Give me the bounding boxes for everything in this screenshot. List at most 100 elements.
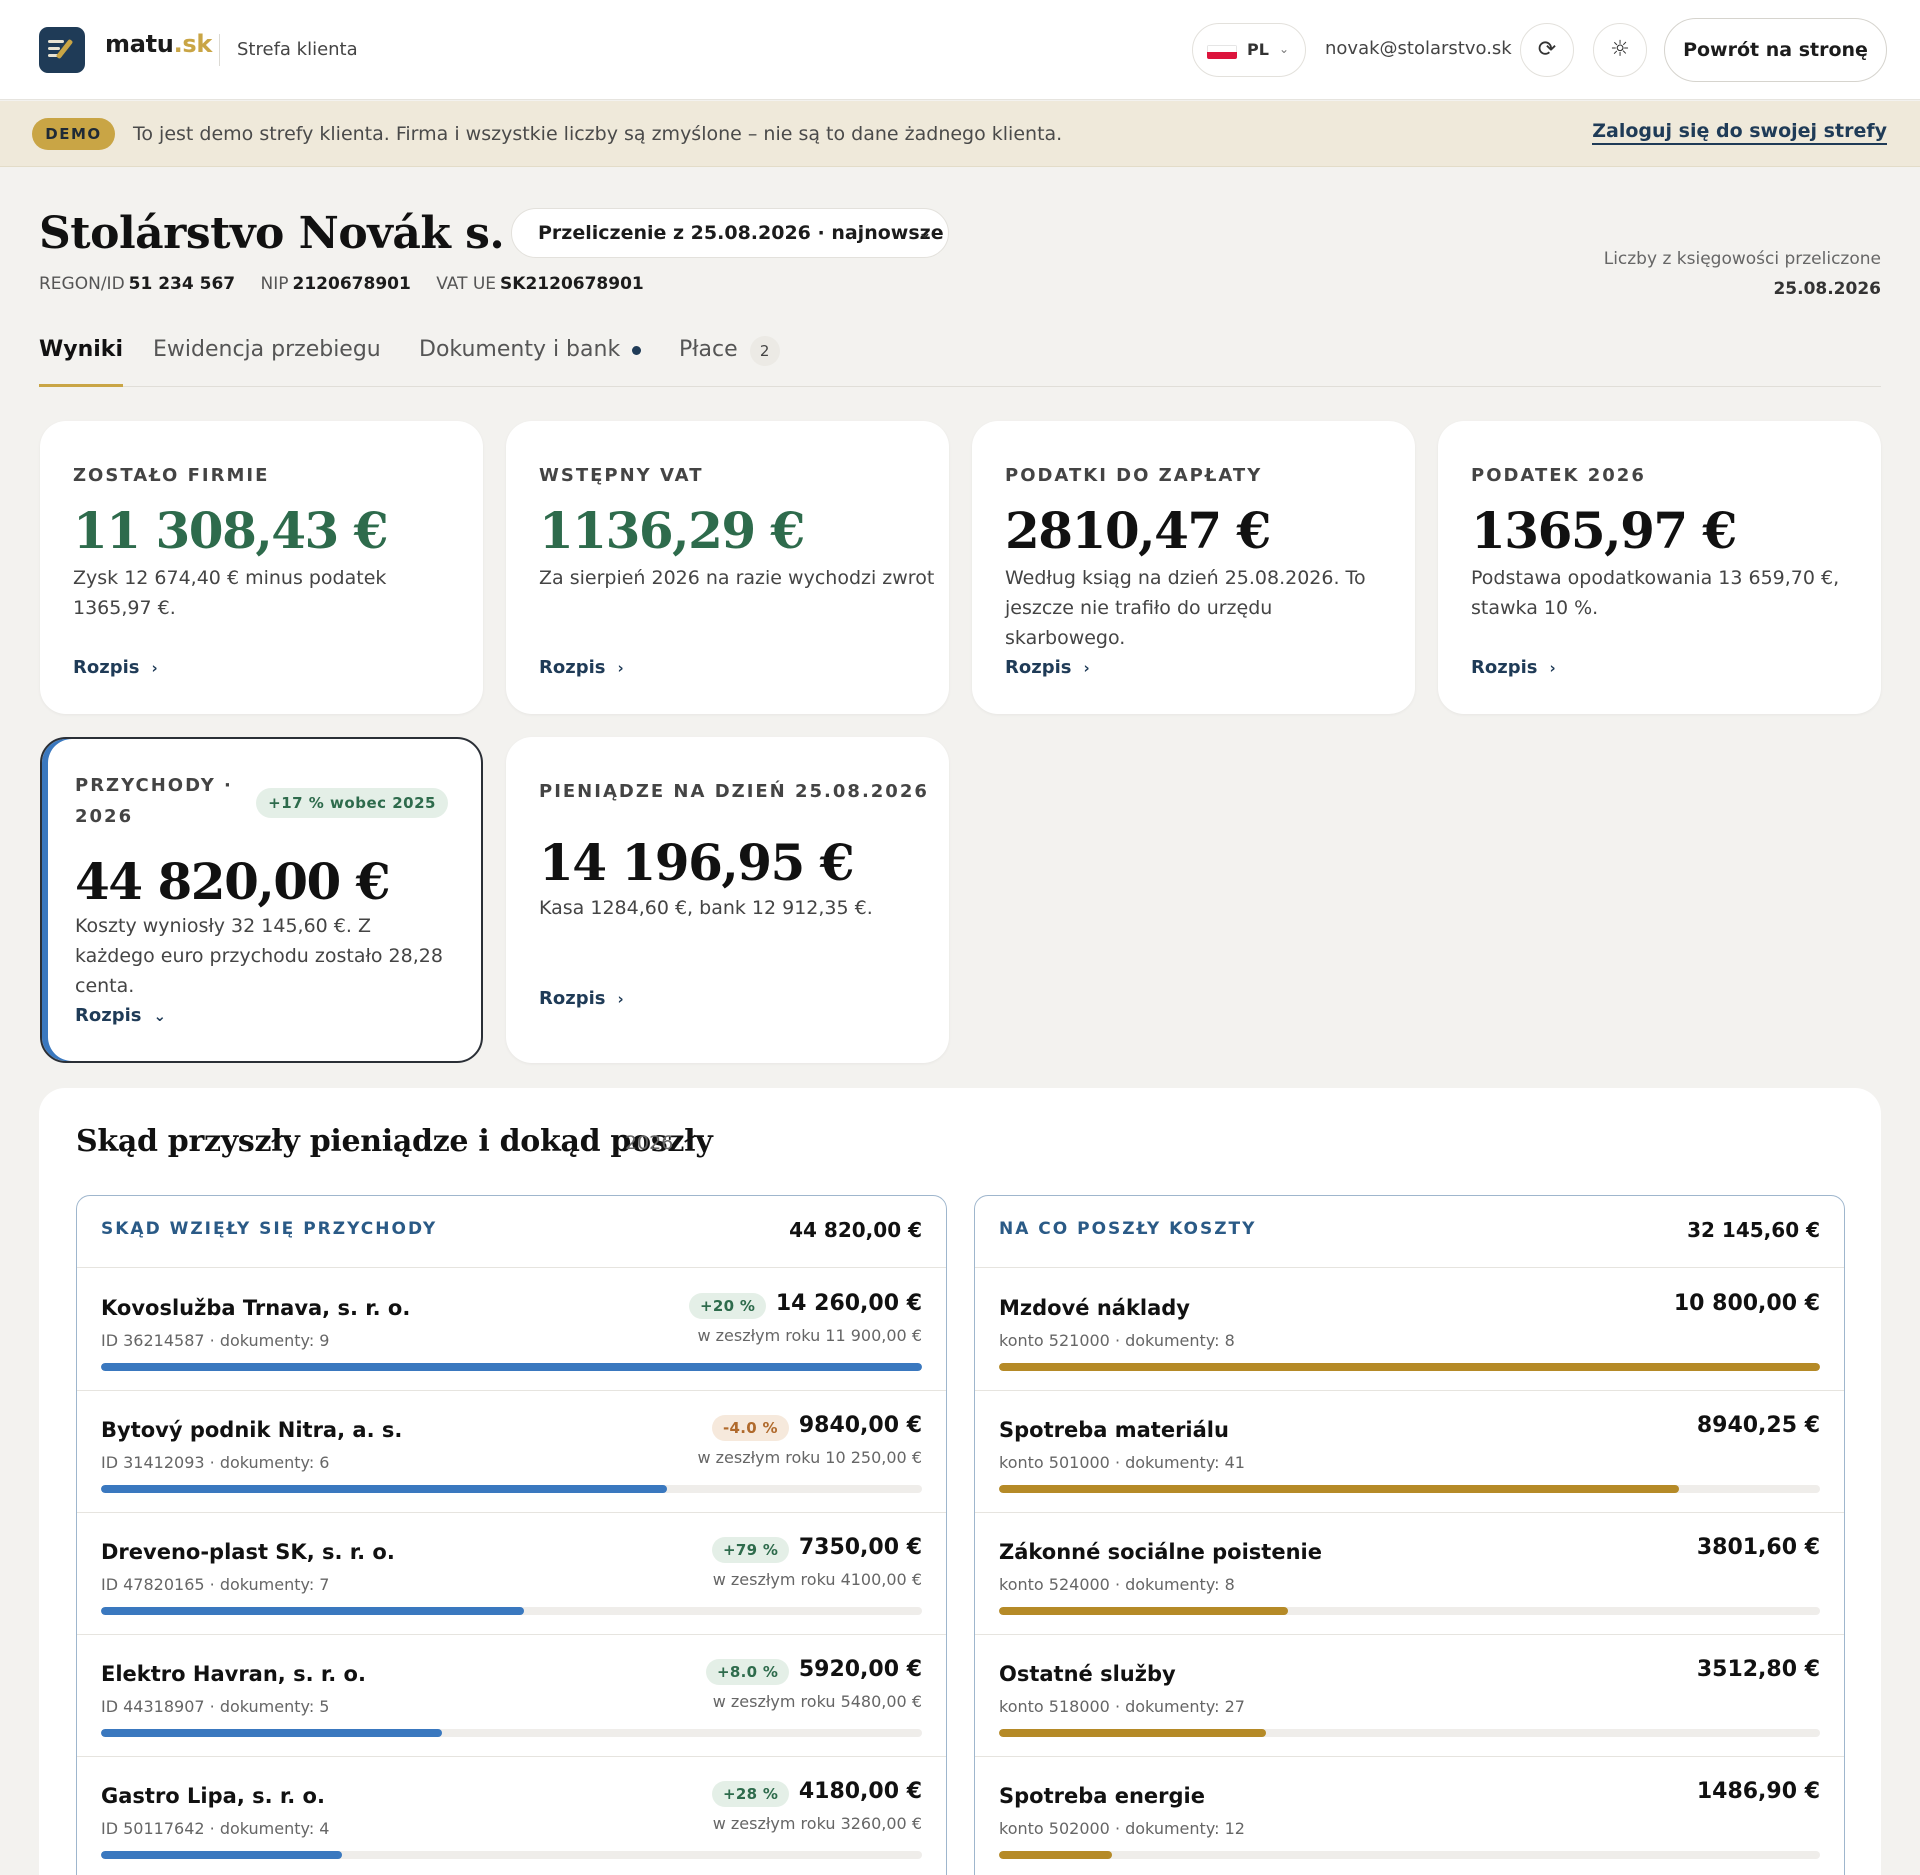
share-bar bbox=[999, 1729, 1820, 1737]
card-value: 1365,97 € bbox=[1471, 501, 1737, 560]
table-row[interactable]: Zákonné sociálne poistenie konto 524000 ·… bbox=[975, 1513, 1844, 1635]
recalc-note-text: Liczby z księgowości przeliczone bbox=[1603, 249, 1881, 269]
share-bar bbox=[999, 1851, 1820, 1859]
card-description: Za sierpień 2026 na razie wychodzi zwrot bbox=[539, 567, 935, 589]
row-subtitle: ID 44318907 · dokumenty: 5 bbox=[101, 1697, 330, 1716]
refresh-icon: ⟳ bbox=[1537, 37, 1557, 62]
table-row[interactable]: Gastro Lipa, s. r. o. ID 50117642 · dokum… bbox=[77, 1757, 946, 1875]
share-bar bbox=[101, 1851, 922, 1859]
table-row[interactable]: Kovoslužba Trnava, s. r. o. ID 36214587 ·… bbox=[77, 1269, 946, 1391]
share-bar-fill bbox=[999, 1607, 1288, 1615]
share-bar-fill bbox=[101, 1729, 442, 1737]
breakdown-link[interactable]: Rozpis › bbox=[1471, 657, 1556, 678]
refresh-button[interactable]: ⟳ bbox=[1520, 23, 1574, 77]
breakdown-link[interactable]: Rozpis › bbox=[73, 657, 158, 678]
card-description: Zysk 12 674,40 € minus podatek 1365,97 €… bbox=[73, 567, 387, 619]
tab-wyniki[interactable]: Wyniki bbox=[39, 335, 123, 387]
row-previous-year: w zeszłym roku 3260,00 € bbox=[712, 1814, 922, 1833]
card-przychody[interactable]: Przychody · 2026 +17 % wobec 2025 44 820,… bbox=[40, 737, 483, 1063]
flag-pl-icon bbox=[1207, 45, 1237, 59]
card-zostalo-firmie: Zostało firmie 11 308,43 € Zysk 12 674,4… bbox=[40, 421, 483, 714]
row-amount: 8940,25 € bbox=[1696, 1413, 1820, 1438]
table-row[interactable]: Spotreba materiálu konto 501000 · dokumen… bbox=[975, 1391, 1844, 1513]
vat-label: VAT UE bbox=[436, 274, 497, 294]
breakdown-link[interactable]: Rozpis › bbox=[539, 988, 624, 1009]
card-value: 2810,47 € bbox=[1005, 501, 1271, 560]
table-row[interactable]: Ostatné služby konto 518000 · dokumenty: … bbox=[975, 1635, 1844, 1757]
row-amount: 10 800,00 € bbox=[1673, 1291, 1820, 1316]
table-row[interactable]: Bytový podnik Nitra, a. s. ID 31412093 · … bbox=[77, 1391, 946, 1513]
change-badge: +79 % bbox=[712, 1537, 790, 1563]
row-name: Ostatné služby bbox=[999, 1662, 1176, 1686]
tab-dokumenty[interactable]: Dokumenty i bank bbox=[419, 335, 642, 387]
chevron-right-icon: › bbox=[617, 659, 624, 677]
row-subtitle: konto 524000 · dokumenty: 8 bbox=[999, 1575, 1235, 1594]
chevron-right-icon: › bbox=[1083, 659, 1090, 677]
row-amount: 4180,00 € bbox=[798, 1779, 922, 1804]
chevron-down-icon: ⌄ bbox=[153, 1007, 167, 1025]
row-name: Dreveno-plast SK, s. r. o. bbox=[101, 1540, 395, 1564]
chevron-down-icon: ⌄ bbox=[917, 223, 932, 243]
card-label: Wstępny VAT bbox=[539, 465, 704, 486]
brand-name[interactable]: matu.sk bbox=[105, 30, 212, 58]
share-bar bbox=[101, 1729, 922, 1737]
table-row[interactable]: Spotreba energie konto 502000 · dokumenty… bbox=[975, 1757, 1844, 1875]
tab-place[interactable]: Płace 2 bbox=[679, 335, 780, 387]
income-total: 44 820,00 € bbox=[789, 1218, 922, 1242]
card-description: Kasa 1284,60 €, bank 12 912,35 €. bbox=[539, 897, 873, 919]
row-name: Bytový podnik Nitra, a. s. bbox=[101, 1418, 403, 1442]
row-subtitle: konto 502000 · dokumenty: 12 bbox=[999, 1819, 1245, 1838]
change-badge: +8.0 % bbox=[706, 1659, 790, 1685]
card-label: Podatki do zapłaty bbox=[1005, 465, 1263, 486]
brand-divider bbox=[219, 34, 220, 66]
income-panel: Skąd wzięły się przychody 44 820,00 € Ko… bbox=[76, 1195, 947, 1875]
row-subtitle: konto 518000 · dokumenty: 27 bbox=[999, 1697, 1245, 1716]
row-subtitle: ID 50117642 · dokumenty: 4 bbox=[101, 1819, 330, 1838]
change-badge: +28 % bbox=[712, 1781, 790, 1807]
share-bar-fill bbox=[999, 1851, 1113, 1859]
back-to-site-button[interactable]: Powrót na stronę bbox=[1664, 18, 1887, 82]
row-amount: 9840,00 € bbox=[798, 1413, 922, 1438]
breakdown-link[interactable]: Rozpis › bbox=[539, 657, 624, 678]
share-bar-fill bbox=[101, 1363, 922, 1371]
costs-panel-label: Na co poszły koszty bbox=[999, 1219, 1257, 1239]
recalculation-select[interactable]: Przeliczenie z 25.08.2026 · najnowsze ⌄ bbox=[511, 208, 949, 258]
breakdown-link[interactable]: Rozpis › bbox=[1005, 657, 1090, 678]
zone-label: Strefa klienta bbox=[237, 39, 358, 60]
share-bar-fill bbox=[101, 1851, 342, 1859]
costs-total: 32 145,60 € bbox=[1687, 1218, 1820, 1242]
card-value: 1136,29 € bbox=[539, 501, 805, 560]
chevron-right-icon: › bbox=[1549, 659, 1556, 677]
row-amount: 14 260,00 € bbox=[775, 1291, 922, 1316]
row-subtitle: konto 501000 · dokumenty: 41 bbox=[999, 1453, 1245, 1472]
logo-icon[interactable] bbox=[39, 27, 85, 73]
row-previous-year: w zeszłym roku 10 250,00 € bbox=[697, 1448, 922, 1467]
share-bar bbox=[101, 1363, 922, 1371]
row-amount: 3512,80 € bbox=[1696, 1657, 1820, 1682]
card-value: 44 820,00 € bbox=[75, 852, 391, 911]
row-previous-year: w zeszłym roku 5480,00 € bbox=[712, 1692, 922, 1711]
tab-ewidencja[interactable]: Ewidencja przebiegu bbox=[153, 335, 381, 387]
row-name: Zákonné sociálne poistenie bbox=[999, 1540, 1322, 1564]
row-name: Elektro Havran, s. r. o. bbox=[101, 1662, 366, 1686]
share-bar bbox=[101, 1485, 922, 1493]
card-description: Koszty wyniosły 32 145,60 €. Z każdego e… bbox=[75, 915, 443, 997]
theme-toggle-button[interactable]: ☼ bbox=[1593, 23, 1647, 77]
language-selector[interactable]: PL ⌄ bbox=[1192, 23, 1306, 77]
demo-banner: DEMO To jest demo strefy klienta. Firma … bbox=[0, 101, 1920, 167]
chevron-down-icon: ⌄ bbox=[1279, 42, 1290, 56]
table-row[interactable]: Elektro Havran, s. r. o. ID 44318907 · do… bbox=[77, 1635, 946, 1757]
section-year: 2026 bbox=[625, 1132, 674, 1154]
tab-count-badge: 2 bbox=[749, 336, 780, 366]
row-name: Spotreba energie bbox=[999, 1784, 1206, 1808]
sun-icon: ☼ bbox=[1610, 37, 1630, 62]
login-link[interactable]: Zaloguj się do swojej strefy bbox=[1592, 120, 1887, 145]
table-row[interactable]: Dreveno-plast SK, s. r. o. ID 47820165 · … bbox=[77, 1513, 946, 1635]
share-bar-fill bbox=[101, 1607, 524, 1615]
nip-value: 2120678901 bbox=[292, 274, 411, 294]
table-row[interactable]: Mzdové náklady konto 521000 · dokumenty: … bbox=[975, 1269, 1844, 1391]
row-name: Gastro Lipa, s. r. o. bbox=[101, 1784, 325, 1808]
costs-panel: Na co poszły koszty 32 145,60 € Mzdové n… bbox=[974, 1195, 1845, 1875]
nip-label: NIP bbox=[260, 274, 289, 294]
breakdown-toggle[interactable]: Rozpis ⌄ bbox=[75, 1005, 166, 1026]
